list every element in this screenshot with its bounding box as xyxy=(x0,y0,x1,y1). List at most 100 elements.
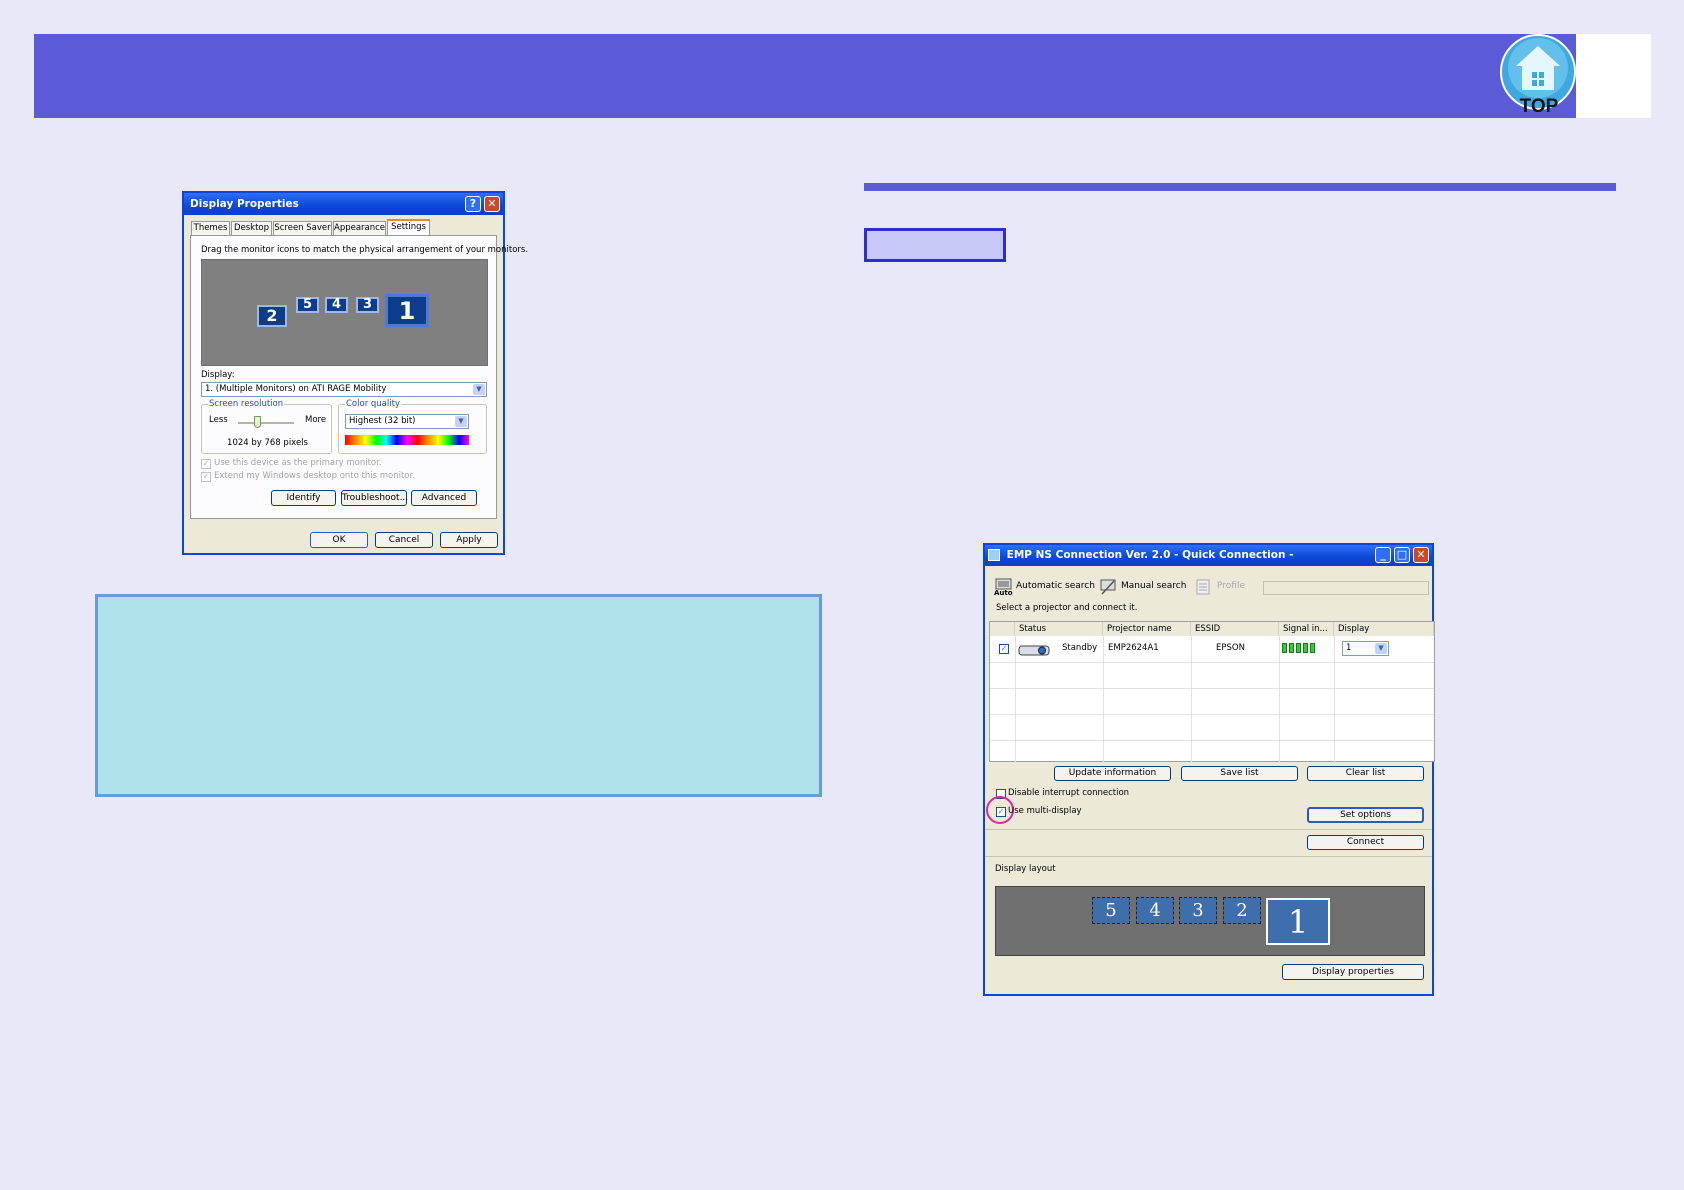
screen-resolution-group: Screen resolution Less More 1024 by 768 … xyxy=(201,399,332,454)
projector-select-checkbox[interactable]: ✓ xyxy=(999,644,1009,654)
connect-button[interactable]: Connect xyxy=(1307,835,1424,850)
column-essid[interactable]: ESSID xyxy=(1191,622,1279,636)
chevron-down-icon: ▼ xyxy=(473,384,485,395)
projector-icon xyxy=(1018,642,1052,656)
table-row[interactable]: ✓ Standby EMP2624A1 EPSON 1 ▼ xyxy=(990,637,1434,661)
procedure-tag xyxy=(864,228,1006,262)
section-rule xyxy=(864,183,1616,191)
use-multi-display-label: Use multi-display xyxy=(1008,806,1082,816)
close-icon[interactable]: ✕ xyxy=(484,196,500,212)
header-bar xyxy=(34,34,1651,118)
manual-search-button[interactable]: Manual search xyxy=(1121,581,1186,591)
advanced-button[interactable]: Advanced xyxy=(411,490,477,506)
tab-themes[interactable]: Themes xyxy=(191,221,230,235)
resolution-slider-track xyxy=(238,422,294,424)
monitor-2[interactable]: 2 xyxy=(257,305,287,327)
display-number-value: 1 xyxy=(1346,643,1352,653)
tab-screen-saver[interactable]: Screen Saver xyxy=(273,221,332,235)
troubleshoot-button[interactable]: Troubleshoot... xyxy=(341,490,408,506)
chevron-down-icon: ▼ xyxy=(455,416,467,427)
row-status: Standby xyxy=(1062,643,1098,653)
divider xyxy=(985,829,1432,830)
auto-sublabel: Auto xyxy=(994,589,1013,597)
clear-list-button[interactable]: Clear list xyxy=(1307,766,1424,781)
projector-list[interactable]: Status Projector name ESSID Signal in...… xyxy=(989,621,1435,762)
resolution-slider-thumb[interactable] xyxy=(254,416,261,428)
profile-button[interactable]: Profile xyxy=(1217,581,1245,591)
column-signal[interactable]: Signal in... xyxy=(1279,622,1334,636)
display-properties-titlebar: Display Properties ? ✕ xyxy=(184,193,503,215)
display-number-select[interactable]: 1 ▼ xyxy=(1342,641,1389,656)
layout-monitor-4[interactable]: 4 xyxy=(1136,897,1174,924)
select-projector-instruction: Select a projector and connect it. xyxy=(996,603,1138,613)
emp-ns-connection-window: EMP NS Connection Ver. 2.0 - Quick Conne… xyxy=(983,543,1435,996)
profile-icon[interactable] xyxy=(1195,578,1213,596)
use-multi-display-checkbox[interactable]: ✓ xyxy=(996,807,1006,817)
display-layout-area[interactable]: 5 4 3 2 1 xyxy=(995,886,1425,956)
divider xyxy=(985,856,1432,857)
display-properties-window: Display Properties ? ✕ Themes Desktop Sc… xyxy=(182,191,528,555)
column-display[interactable]: Display xyxy=(1334,622,1434,636)
monitor-search-icon xyxy=(1100,579,1116,595)
monitor-1[interactable]: 1 xyxy=(385,294,429,327)
identify-button[interactable]: Identify xyxy=(271,490,336,506)
layout-monitor-2[interactable]: 2 xyxy=(1223,897,1261,924)
column-status[interactable]: Status xyxy=(1015,622,1103,636)
tab-settings[interactable]: Settings xyxy=(387,219,430,236)
set-options-button[interactable]: Set options xyxy=(1307,807,1424,823)
emp-titlebar: EMP NS Connection Ver. 2.0 - Quick Conne… xyxy=(985,545,1432,566)
row-projector-name: EMP2624A1 xyxy=(1108,643,1159,653)
tab-desktop[interactable]: Desktop xyxy=(231,221,272,235)
ok-button[interactable]: OK xyxy=(310,532,368,548)
layout-monitor-1[interactable]: 1 xyxy=(1266,898,1330,945)
column-check xyxy=(990,622,1015,636)
automatic-search-button[interactable]: Automatic search xyxy=(1016,581,1095,591)
monitor-3[interactable]: 3 xyxy=(356,297,379,313)
display-select[interactable]: 1. (Multiple Monitors) on ATI RAGE Mobil… xyxy=(201,382,487,397)
display-select-value: 1. (Multiple Monitors) on ATI RAGE Mobil… xyxy=(205,384,387,394)
list-header: Status Projector name ESSID Signal in...… xyxy=(990,622,1434,636)
close-icon[interactable]: ✕ xyxy=(1413,547,1429,563)
tab-appearance[interactable]: Appearance xyxy=(333,221,386,235)
automatic-search-icon[interactable]: Auto xyxy=(994,578,1016,597)
top-label: TOP xyxy=(1519,96,1559,117)
minimize-icon[interactable]: _ xyxy=(1375,547,1391,563)
manual-search-icon[interactable] xyxy=(1099,578,1119,596)
layout-monitor-3[interactable]: 3 xyxy=(1179,897,1217,924)
display-layout-label: Display layout xyxy=(995,864,1056,874)
row-essid: EPSON xyxy=(1216,643,1245,653)
layout-monitor-5[interactable]: 5 xyxy=(1092,897,1130,924)
maximize-icon[interactable]: □ xyxy=(1394,547,1410,563)
extend-desktop-checkbox[interactable]: ✓ xyxy=(201,472,211,482)
cancel-button[interactable]: Cancel xyxy=(375,532,433,548)
color-spectrum-bar xyxy=(345,435,469,445)
arrange-instruction: Drag the monitor icons to match the phys… xyxy=(201,245,529,255)
update-information-button[interactable]: Update information xyxy=(1054,766,1171,781)
more-label: More xyxy=(305,415,327,425)
disable-interrupt-label: Disable interrupt connection xyxy=(1008,788,1130,798)
chevron-down-icon: ▼ xyxy=(1375,643,1387,654)
resolution-value: 1024 by 768 pixels xyxy=(227,438,308,448)
extend-desktop-label: Extend my Windows desktop onto this moni… xyxy=(214,471,415,481)
header-corner xyxy=(1576,34,1651,118)
monitor-arrangement-area[interactable]: 2 5 4 3 1 xyxy=(201,259,488,366)
help-icon[interactable]: ? xyxy=(465,196,481,212)
primary-monitor-checkbox[interactable]: ✓ xyxy=(201,459,211,469)
save-list-button[interactable]: Save list xyxy=(1181,766,1298,781)
window-title: Display Properties xyxy=(190,198,299,210)
screen-resolution-label: Screen resolution xyxy=(208,399,285,409)
app-icon xyxy=(988,549,1000,561)
less-label: Less xyxy=(209,415,228,425)
display-properties-button[interactable]: Display properties xyxy=(1282,964,1424,980)
top-logo-button[interactable]: TOP xyxy=(1498,34,1578,118)
profile-field[interactable] xyxy=(1263,581,1429,595)
monitor-4[interactable]: 4 xyxy=(325,297,348,313)
color-quality-select[interactable]: Highest (32 bit) ▼ xyxy=(345,414,469,429)
column-projector-name[interactable]: Projector name xyxy=(1103,622,1191,636)
apply-button[interactable]: Apply xyxy=(440,532,498,548)
note-box xyxy=(95,594,822,797)
color-quality-label: Color quality xyxy=(345,399,401,409)
emp-window-title: EMP NS Connection Ver. 2.0 - Quick Conne… xyxy=(1006,549,1294,561)
settings-panel: Drag the monitor icons to match the phys… xyxy=(190,235,528,519)
monitor-5[interactable]: 5 xyxy=(296,297,319,313)
